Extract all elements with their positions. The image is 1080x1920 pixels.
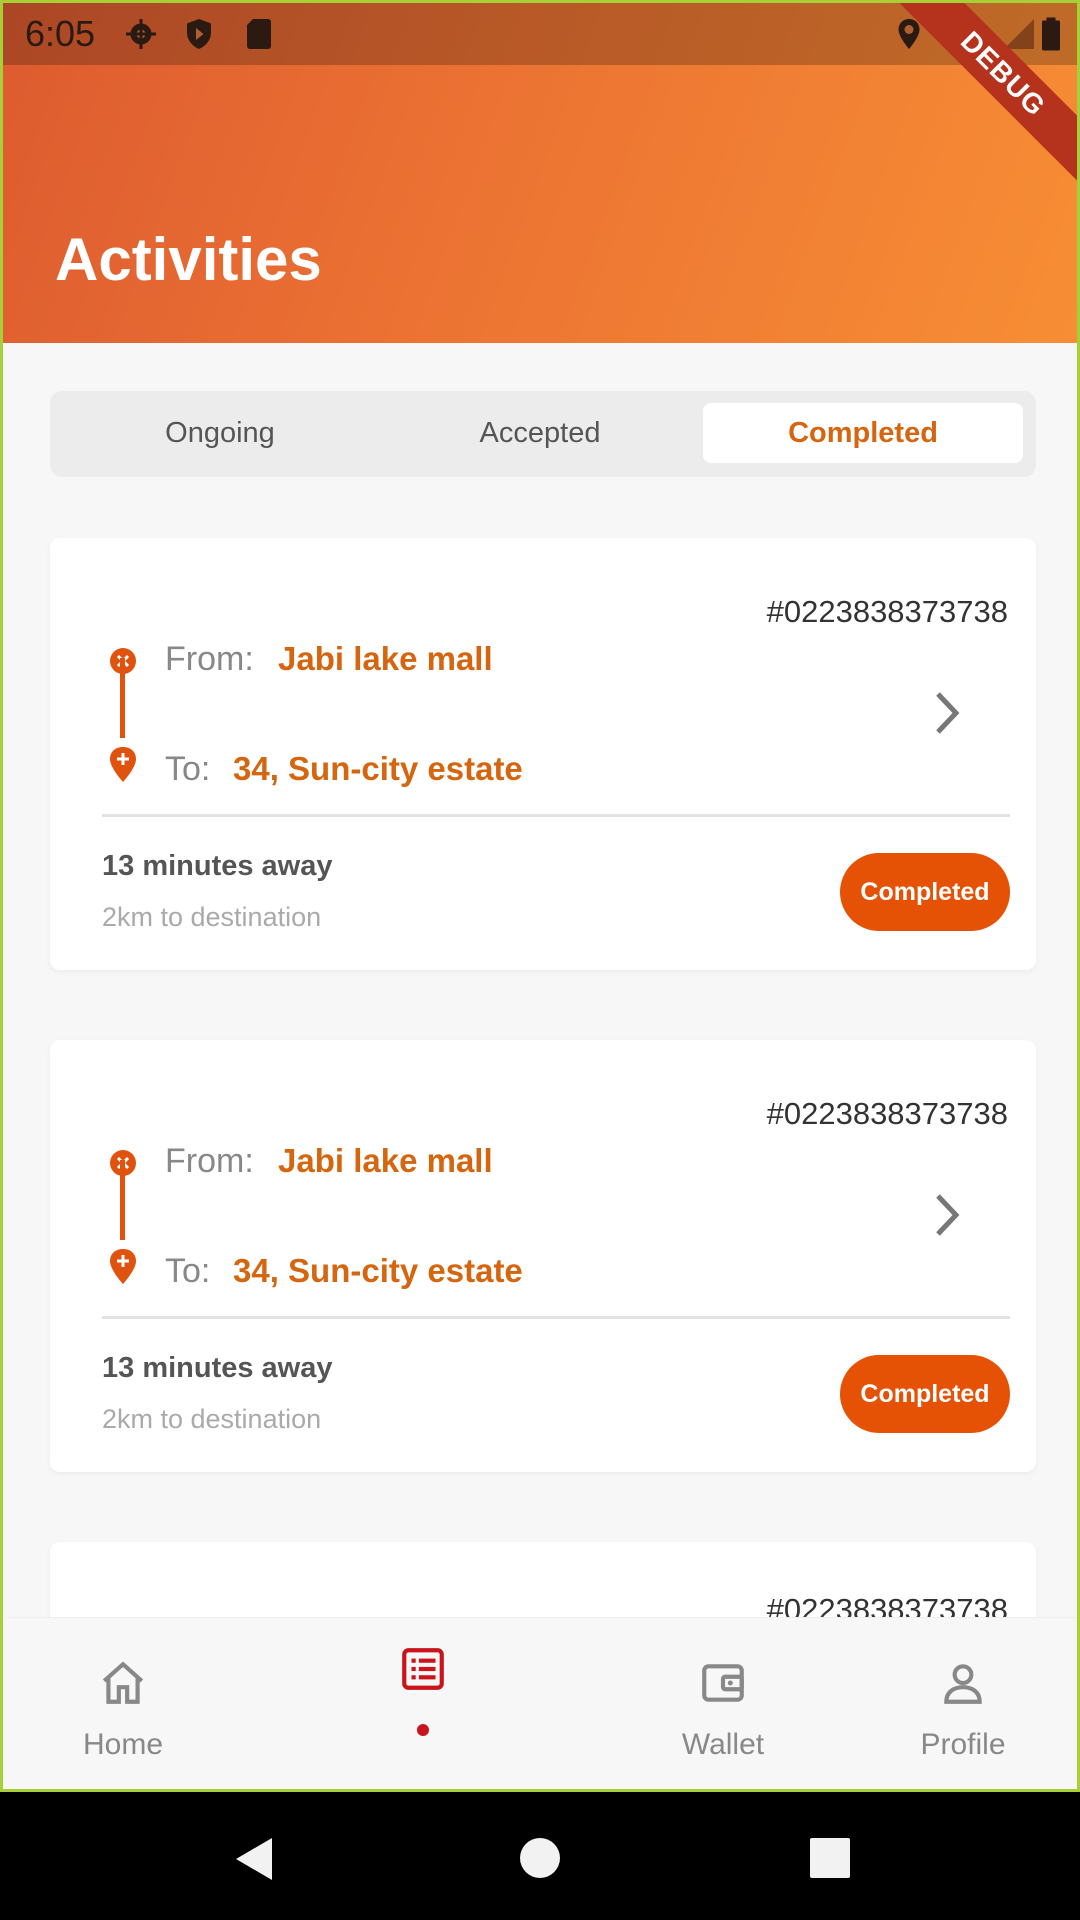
sd-card-icon <box>247 19 271 49</box>
to-location: 34, Sun-city estate <box>233 1252 523 1289</box>
to-label: To: <box>165 1252 211 1290</box>
activities-list-icon <box>402 1648 444 1690</box>
page-title: Activities <box>55 226 322 293</box>
chevron-right-icon[interactable] <box>926 688 966 738</box>
nav-wallet-label: Wallet <box>681 1728 765 1761</box>
active-indicator-dot <box>417 1724 429 1736</box>
back-icon[interactable] <box>232 1836 276 1882</box>
activity-card[interactable]: #0223838373738 From: Jabi lake mall To: … <box>50 1040 1036 1472</box>
activity-card[interactable]: #0223838373738 From: Jabi lake mall To: … <box>50 538 1036 970</box>
dropoff-marker-icon <box>110 1249 136 1284</box>
nav-activities[interactable] <box>333 1618 513 1789</box>
home-button-icon[interactable] <box>518 1836 562 1880</box>
nav-home[interactable]: Home <box>33 1618 213 1789</box>
header: 6:05 DEBUG Activities <box>3 3 1077 343</box>
distance-text: 2km to destination <box>102 1404 322 1434</box>
profile-icon <box>944 1664 982 1704</box>
to-label: To: <box>165 750 211 788</box>
divider <box>102 814 1010 817</box>
tab-ongoing[interactable]: Ongoing <box>60 403 380 463</box>
status-badge: Completed <box>840 853 1010 931</box>
activity-tabs: Ongoing Accepted Completed <box>50 391 1036 477</box>
order-id: #0223838373738 <box>766 594 1008 629</box>
bottom-nav: Home Wallet Profile <box>6 1617 1077 1789</box>
chevron-right-icon[interactable] <box>926 1190 966 1240</box>
nav-home-label: Home <box>82 1728 164 1761</box>
eta-text: 13 minutes away <box>102 850 333 882</box>
wallet-icon <box>702 1664 744 1702</box>
tab-completed[interactable]: Completed <box>703 403 1023 463</box>
tab-accepted[interactable]: Accepted <box>380 403 700 463</box>
recents-icon[interactable] <box>810 1838 850 1878</box>
divider <box>102 1316 1010 1319</box>
dropoff-marker-icon <box>110 747 136 782</box>
status-badge: Completed <box>840 1355 1010 1433</box>
from-location: Jabi lake mall <box>278 640 493 677</box>
order-id: #0223838373738 <box>766 1096 1008 1131</box>
route-line <box>120 658 125 738</box>
from-label: From: <box>165 1142 254 1180</box>
app-frame: 6:05 DEBUG Activities Ongoing Accepted C… <box>0 0 1080 1792</box>
route-line <box>120 1160 125 1240</box>
status-time: 6:05 <box>25 13 96 54</box>
eta-text: 13 minutes away <box>102 1352 333 1384</box>
from-label: From: <box>165 640 254 678</box>
battery-icon <box>1042 17 1060 51</box>
to-location: 34, Sun-city estate <box>233 750 523 787</box>
distance-text: 2km to destination <box>102 902 322 932</box>
nav-profile-label: Profile <box>920 1728 1006 1761</box>
nav-wallet[interactable]: Wallet <box>633 1618 813 1789</box>
shield-icon <box>187 19 211 49</box>
settings-icon <box>126 19 156 49</box>
home-icon <box>102 1661 144 1704</box>
from-location: Jabi lake mall <box>278 1142 493 1179</box>
system-nav-bar <box>0 1792 1080 1920</box>
nav-profile[interactable]: Profile <box>873 1618 1053 1789</box>
